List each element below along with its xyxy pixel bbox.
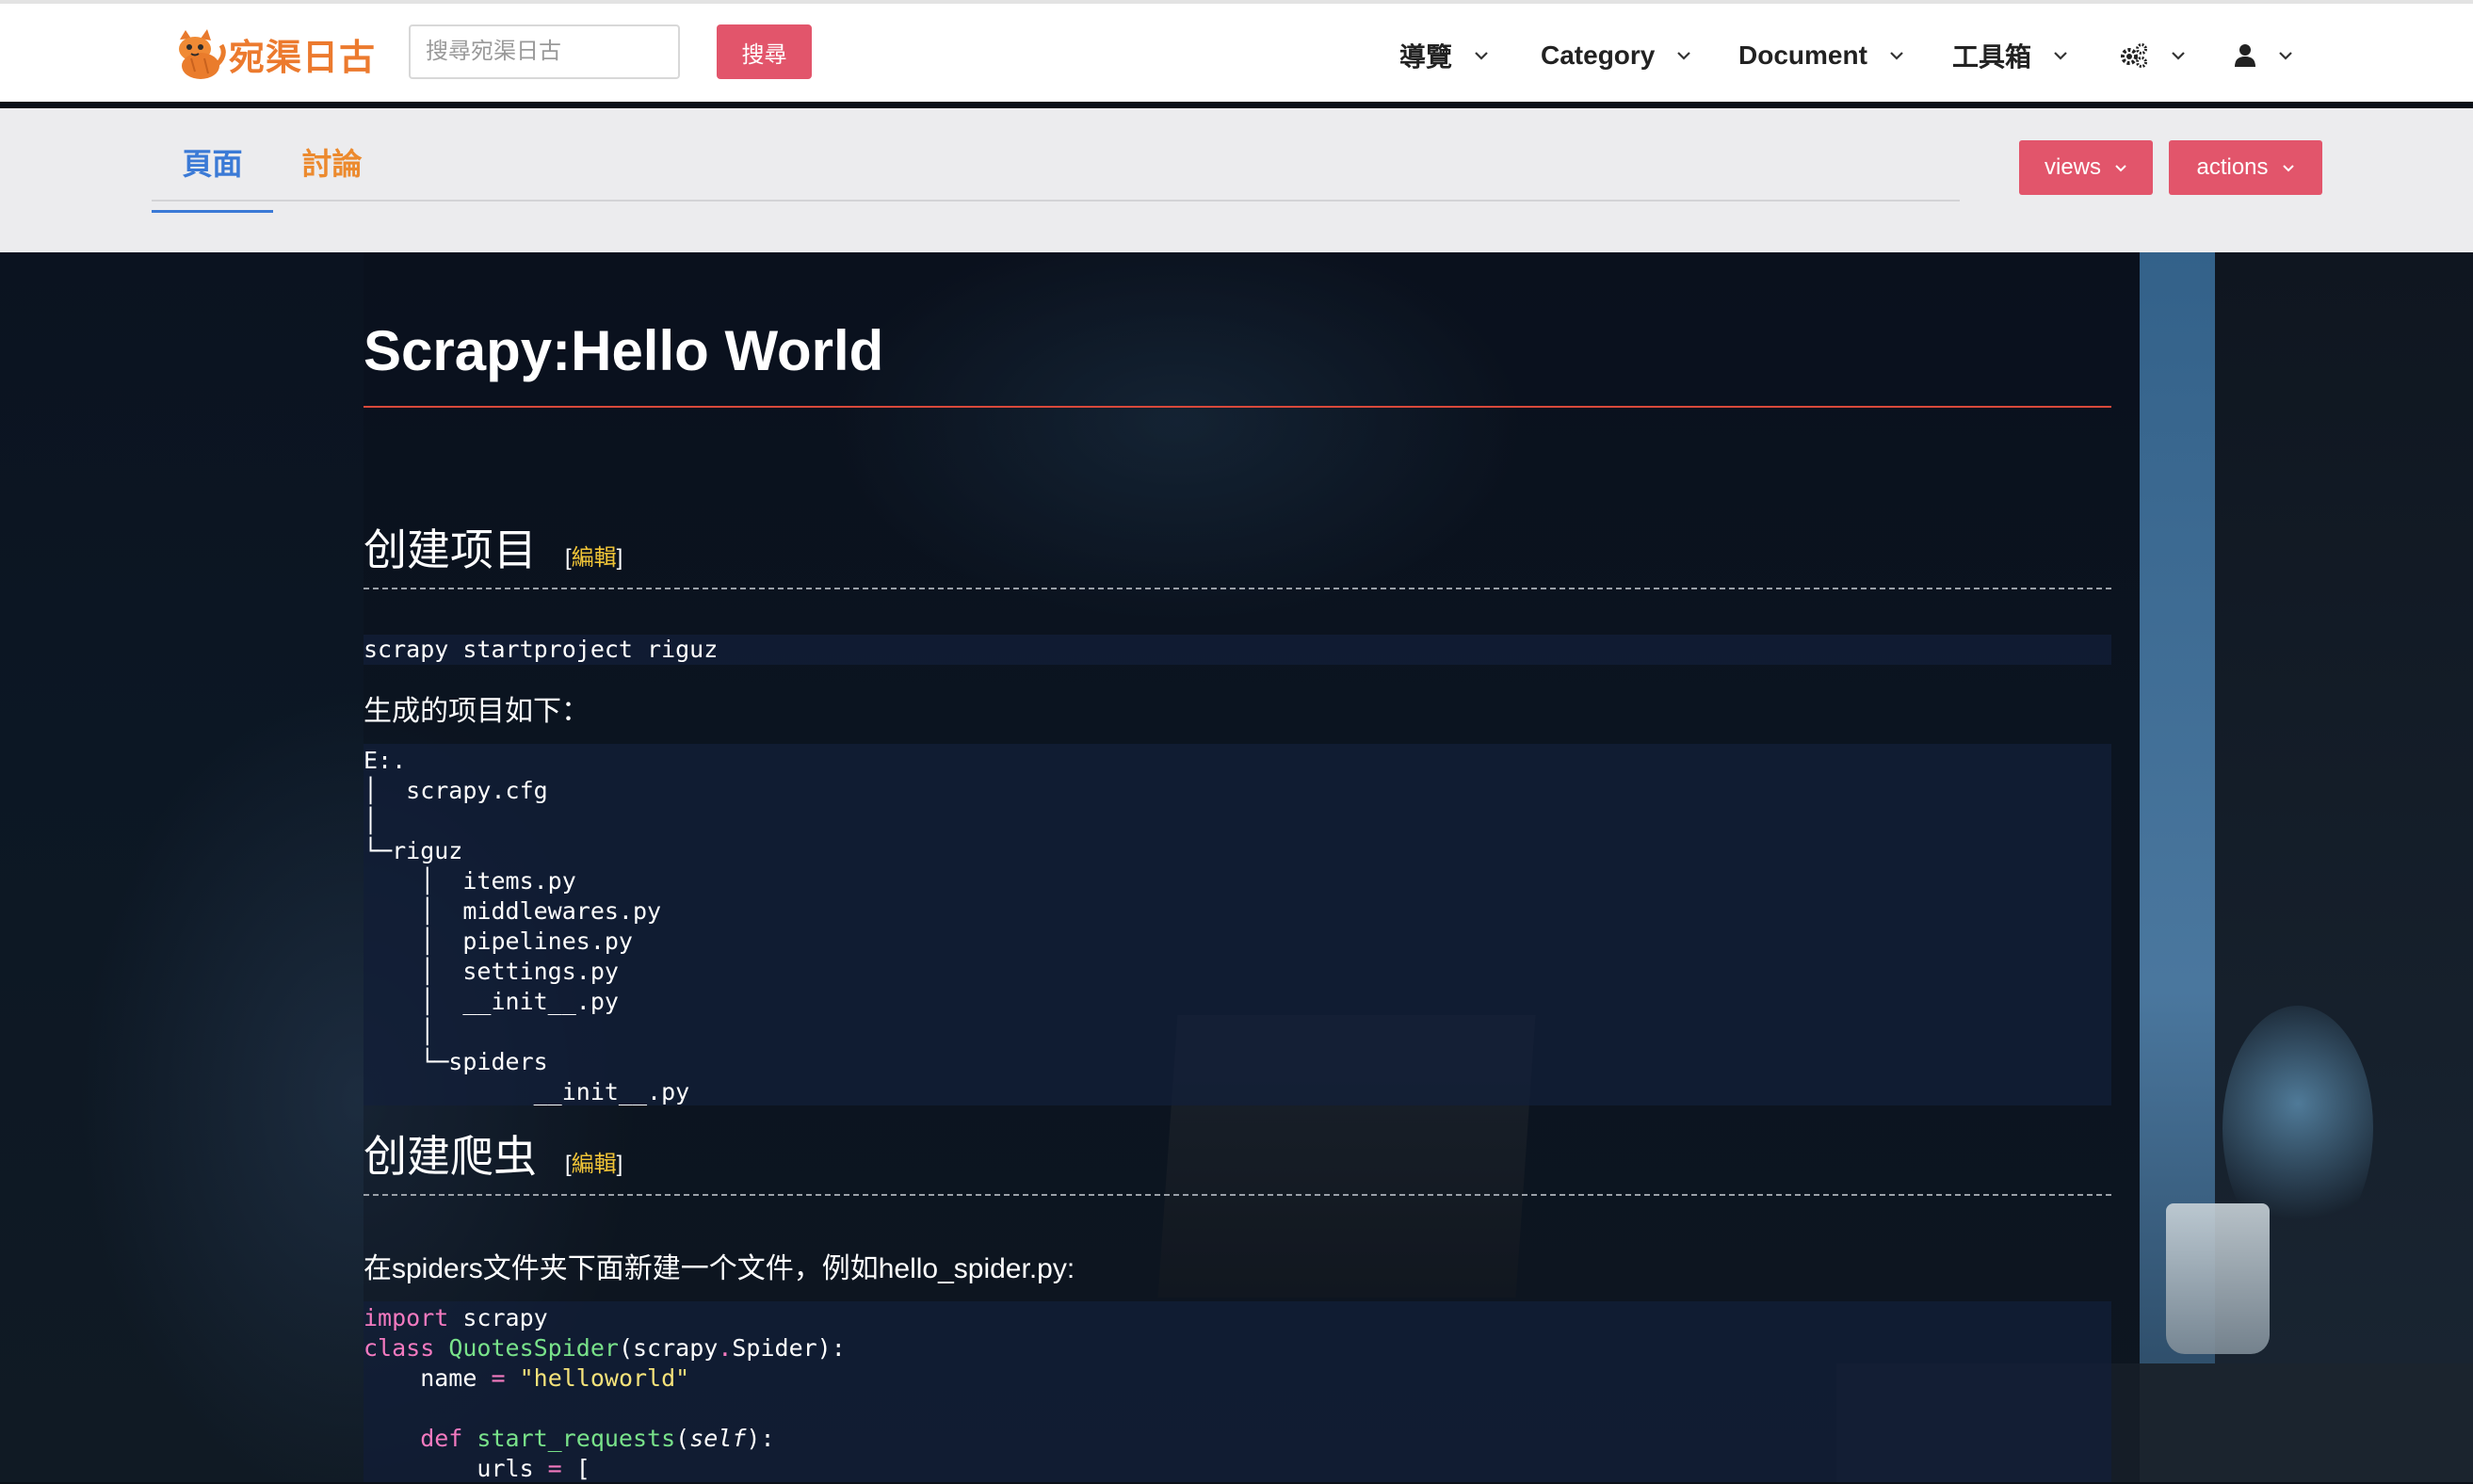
nav-document-label: Document <box>1738 40 1867 70</box>
background-vase <box>2166 1203 2270 1354</box>
site-logo[interactable]: 宛渠日古 <box>172 24 376 83</box>
article-content: Scrapy:Hello World 创建项目 [編輯] scrapy star… <box>364 252 2140 1482</box>
edit-section-link[interactable]: [編輯] <box>565 1145 622 1178</box>
nav-user-menu[interactable] <box>2234 34 2294 77</box>
section-divider <box>364 588 2111 589</box>
chevron-down-icon <box>1890 52 1903 60</box>
actions-button[interactable]: actions <box>2169 140 2322 195</box>
top-navbar: 宛渠日古 搜尋 導覽 Category Document 工具箱 <box>0 0 2473 102</box>
section-heading-create-project: 创建项目 [編輯] <box>364 516 622 578</box>
search-button[interactable]: 搜尋 <box>717 24 812 79</box>
python-code-block: import scrapy class QuotesSpider(scrapy.… <box>364 1301 2111 1482</box>
command-code-block: scrapy startproject riguz <box>364 635 2111 665</box>
chevron-down-icon <box>1475 52 1488 60</box>
project-tree-code-block: E:. │ scrapy.cfg │ └─riguz │ items.py │ … <box>364 744 2111 1105</box>
section-text: 在spiders文件夹下面新建一个文件，例如hello_spider.py: <box>364 1253 1075 1284</box>
section-heading-text: 创建爬虫 <box>364 1132 537 1181</box>
nav-guide-label: 導覽 <box>1399 42 1453 72</box>
search-input[interactable] <box>409 24 680 79</box>
nav-category-label: Category <box>1541 40 1656 70</box>
chevron-down-icon <box>2172 52 2185 60</box>
logo-text: 宛渠日古 <box>229 38 377 78</box>
nav-tools-menu[interactable]: 工具箱 <box>1952 34 2069 77</box>
gears-icon <box>2121 43 2147 68</box>
section-heading-create-spider: 创建爬虫 [編輯] <box>364 1122 622 1185</box>
chevron-down-icon <box>2282 165 2294 172</box>
chevron-down-icon <box>2054 52 2067 60</box>
views-label: views <box>2044 154 2101 180</box>
actions-label: actions <box>2196 154 2269 180</box>
user-icon <box>2235 44 2255 67</box>
title-divider <box>364 406 2111 408</box>
nav-tools-label: 工具箱 <box>1952 42 2032 72</box>
tabs-divider <box>152 200 1960 202</box>
cat-logo-icon <box>172 26 227 81</box>
chevron-down-icon <box>2115 165 2126 172</box>
edit-section-link[interactable]: [編輯] <box>565 539 622 572</box>
views-button[interactable]: views <box>2019 140 2153 195</box>
nav-category-menu[interactable]: Category <box>1541 34 1692 77</box>
tab-page[interactable]: 頁面 <box>152 140 273 213</box>
section-text: 生成的项目如下： <box>364 696 590 727</box>
nav-document-menu[interactable]: Document <box>1738 34 1905 77</box>
nav-guide-menu[interactable]: 導覽 <box>1399 34 1490 77</box>
chevron-down-icon <box>2279 52 2292 60</box>
nav-settings-menu[interactable] <box>2119 34 2187 77</box>
section-heading-text: 创建项目 <box>364 525 537 574</box>
chevron-down-icon <box>1677 52 1691 60</box>
page-title: Scrapy:Hello World <box>364 319 884 382</box>
section-divider <box>364 1194 2111 1196</box>
